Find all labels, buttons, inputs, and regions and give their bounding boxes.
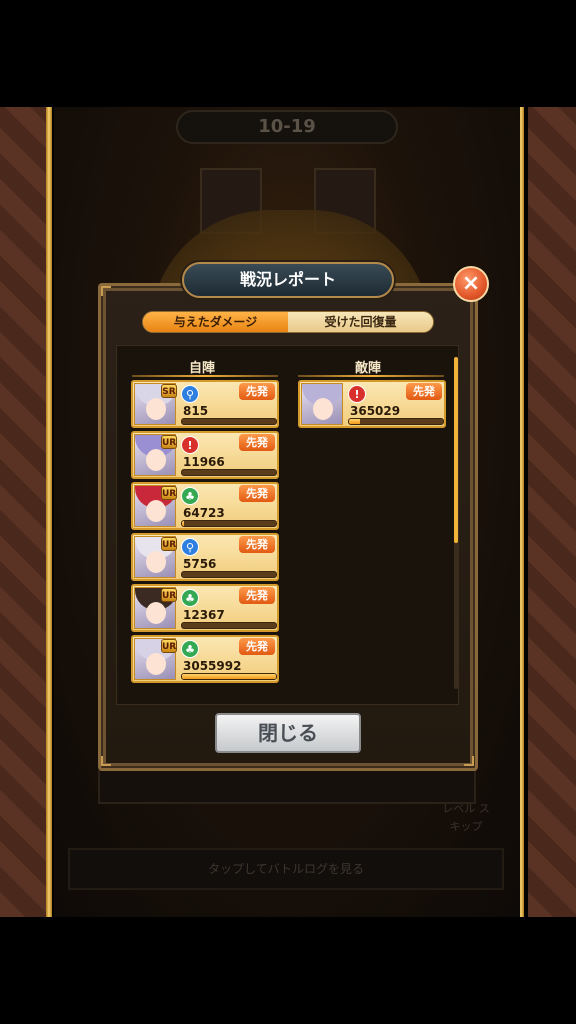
damage-value: 5756 [183,557,217,571]
damage-meter [181,622,277,629]
ally-unit-card[interactable]: UR ♣ 先発 12367 [131,584,279,632]
stage-label: 10-19 [176,110,398,144]
sword-red-icon: ! [181,436,199,454]
starter-badge: 先発 [239,587,275,604]
enemy-unit-card[interactable]: ! 先発 365029 [298,380,446,428]
letterbox-bottom [0,917,576,1024]
tree-green-icon: ♣ [181,487,199,505]
close-button[interactable]: 閉じる [215,713,361,753]
scrollbar-thumb[interactable] [454,357,458,543]
enemy-column-header: 敵陣 [354,361,381,376]
rarity-badge: UR [161,537,177,551]
damage-meter [181,673,277,680]
damage-meter-fill [182,674,276,679]
damage-meter-fill [349,419,361,424]
rarity-badge: UR [161,588,177,602]
side-border-left [0,107,48,917]
starter-badge: 先発 [239,383,275,400]
side-border-right [528,107,576,917]
sword-blue-icon: ⚲ [181,538,199,556]
dialog-corner-ornament [101,286,111,296]
damage-meter [181,469,277,476]
dialog-corner-ornament [464,756,474,766]
dialog-title: 戦況レポート [182,262,394,298]
damage-value: 815 [183,404,209,418]
damage-value: 365029 [350,404,401,418]
sword-blue-icon: ⚲ [181,385,199,403]
ally-unit-card[interactable]: SR ⚲ 先発 815 [131,380,279,428]
character-portrait [301,383,343,425]
ally-unit-card[interactable]: UR ♣ 先発 3055992 [131,635,279,683]
skip-level-badge: レベル スキップ [442,802,490,833]
rarity-badge: UR [161,639,177,653]
dialog-corner-ornament [101,756,111,766]
portrait-face [146,602,166,624]
tree-green-icon: ♣ [181,589,199,607]
ally-header-divider [132,375,278,377]
portrait-face [146,500,166,522]
damage-meter [181,418,277,425]
tree-green-icon: ♣ [181,640,199,658]
damage-value: 64723 [183,506,225,520]
ally-column-header: 自陣 [188,361,215,376]
portrait-face [146,398,166,420]
damage-meter [348,418,444,425]
report-tabs: 与えたダメージ 受けた回復量 [142,311,434,333]
battle-log-hint: タップしてバトルログを見る [68,848,504,890]
ally-unit-card[interactable]: UR ♣ 先発 64723 [131,482,279,530]
sword-red-icon: ! [348,385,366,403]
damage-value: 11966 [183,455,225,469]
tab-damage-dealt[interactable]: 与えたダメージ [143,312,288,332]
starter-badge: 先発 [239,536,275,553]
rarity-badge: UR [161,486,177,500]
portrait-face [146,551,166,573]
starter-badge: 先発 [239,485,275,502]
portrait-face [313,398,333,420]
ally-unit-card[interactable]: UR! 先発 11966 [131,431,279,479]
starter-badge: 先発 [406,383,442,400]
portrait-face [146,653,166,675]
tab-healing-received[interactable]: 受けた回復量 [288,312,433,332]
portrait-face [146,449,166,471]
damage-meter-fill [182,521,184,526]
damage-meter [181,571,277,578]
close-icon[interactable]: × [453,266,489,302]
starter-badge: 先発 [239,638,275,655]
letterbox-top [0,0,576,107]
rarity-badge: SR [161,384,177,398]
damage-value: 3055992 [183,659,242,673]
background-panel [98,770,476,804]
damage-value: 12367 [183,608,225,622]
starter-badge: 先発 [239,434,275,451]
rarity-badge: UR [161,435,177,449]
ally-unit-card[interactable]: UR ⚲ 先発 5756 [131,533,279,581]
damage-meter [181,520,277,527]
side-trim-left [46,107,52,917]
enemy-header-divider [298,375,444,377]
